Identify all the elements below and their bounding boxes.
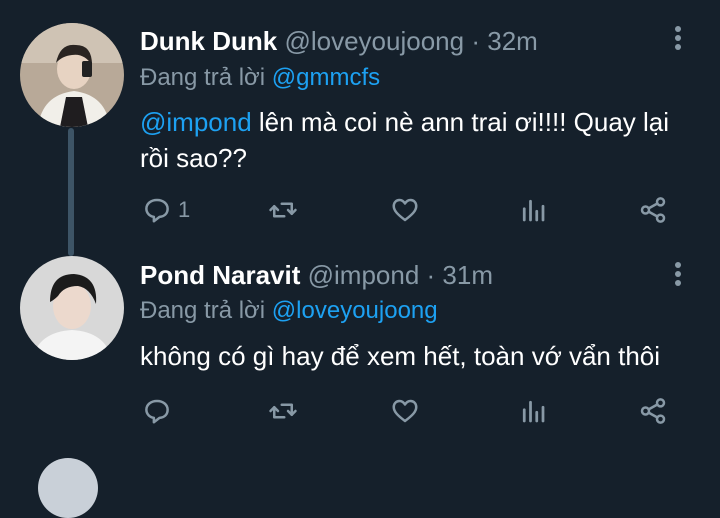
separator-dot: · xyxy=(426,260,436,290)
stats-button[interactable] xyxy=(518,190,548,230)
tweet-header: Dunk Dunk @loveyoujoong · 32m xyxy=(140,26,538,66)
avatar[interactable] xyxy=(20,256,124,360)
tweet-text: không có gì hay để xem hết, toàn vớ vẩn … xyxy=(140,341,661,371)
like-button[interactable] xyxy=(390,190,420,230)
thread-line xyxy=(68,128,74,256)
action-bar: 1 xyxy=(140,190,700,230)
like-icon xyxy=(392,399,418,423)
retweet-button[interactable] xyxy=(268,391,298,431)
user-handle[interactable]: @loveyoujoong xyxy=(284,26,464,56)
replying-to-handle[interactable]: @gmmcfs xyxy=(272,64,380,91)
timestamp[interactable]: 31m xyxy=(442,260,493,290)
reply-button[interactable]: 1 xyxy=(142,190,190,230)
like-icon xyxy=(392,198,418,222)
retweet-icon xyxy=(269,202,297,218)
replying-to-label: Đang trả lời xyxy=(140,297,266,324)
reply-icon xyxy=(145,399,169,424)
reply-count: 1 xyxy=(178,197,191,222)
replying-to-handle[interactable]: @loveyoujoong xyxy=(272,297,438,324)
retweet-icon xyxy=(269,403,297,419)
share-icon xyxy=(640,197,666,223)
mention-link[interactable]: @impond xyxy=(140,107,252,137)
share-button[interactable] xyxy=(638,190,668,230)
share-icon xyxy=(640,398,666,424)
stats-icon xyxy=(522,400,545,423)
tweet[interactable]: Dunk Dunk @loveyoujoong · 32m Đang trả l… xyxy=(0,0,720,256)
tweet[interactable]: Pond Naravit @impond · 31m Đang trả lời … xyxy=(0,240,720,460)
tweet-header: Pond Naravit @impond · 31m xyxy=(140,260,493,300)
replying-to: Đang trả lời @loveyoujoong xyxy=(140,297,438,325)
more-vertical-icon[interactable] xyxy=(668,262,688,292)
reply-button[interactable] xyxy=(142,391,172,431)
timestamp[interactable]: 32m xyxy=(487,26,538,56)
avatar[interactable] xyxy=(20,23,124,127)
avatar[interactable] xyxy=(38,458,98,518)
action-bar xyxy=(140,391,700,431)
stats-icon xyxy=(522,199,545,222)
user-handle[interactable]: @impond xyxy=(308,260,420,290)
share-button[interactable] xyxy=(638,391,668,431)
reply-icon xyxy=(145,198,169,223)
separator-dot: · xyxy=(471,26,481,56)
replying-to-label: Đang trả lời xyxy=(140,64,266,91)
retweet-button[interactable] xyxy=(268,190,298,230)
display-name[interactable]: Dunk Dunk xyxy=(140,26,277,56)
like-button[interactable] xyxy=(390,391,420,431)
more-vertical-icon[interactable] xyxy=(668,26,688,56)
display-name[interactable]: Pond Naravit xyxy=(140,260,300,290)
tweet-text: @impond lên mà coi nè ann trai ơi!!!! Qu… xyxy=(140,104,700,176)
replying-to: Đang trả lời @gmmcfs xyxy=(140,64,380,92)
stats-button[interactable] xyxy=(518,391,548,431)
